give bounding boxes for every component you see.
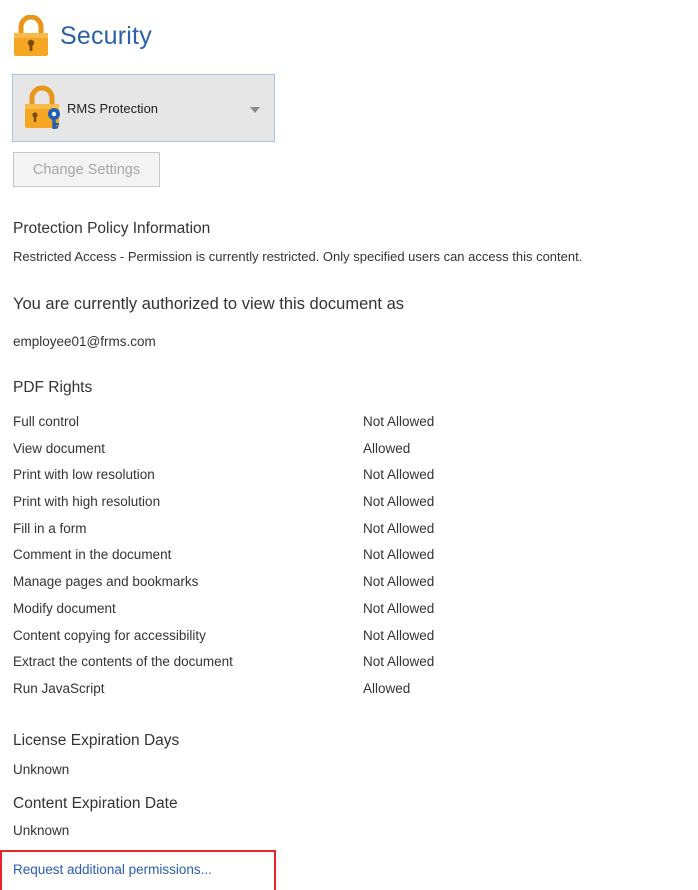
right-value: Allowed: [363, 680, 411, 696]
table-row: Extract the contents of the document Not…: [13, 654, 533, 681]
right-value: Not Allowed: [363, 520, 435, 536]
right-value: Not Allowed: [363, 600, 435, 616]
right-value: Not Allowed: [363, 574, 435, 590]
table-row: Comment in the document Not Allowed: [13, 547, 533, 574]
right-name: Fill in a form: [13, 520, 87, 536]
lock-icon: [14, 15, 48, 56]
pdf-rights-heading: PDF Rights: [13, 379, 93, 396]
right-value: Not Allowed: [363, 414, 435, 429]
right-name: Run JavaScript: [13, 680, 105, 696]
table-row: Fill in a form Not Allowed: [13, 521, 533, 548]
right-value: Allowed: [363, 440, 411, 456]
table-row: Print with low resolution Not Allowed: [13, 467, 533, 494]
right-name: View document: [13, 440, 106, 456]
change-settings-button[interactable]: Change Settings: [13, 152, 160, 187]
right-value: Not Allowed: [363, 627, 435, 643]
request-permissions-link[interactable]: Request additional permissions...: [13, 862, 212, 877]
security-panel: Security RMS Protection Change Settings …: [0, 0, 698, 890]
protection-dropdown[interactable]: RMS Protection: [12, 74, 275, 142]
license-expiration-value: Unknown: [13, 762, 70, 777]
right-name: Full control: [13, 414, 80, 429]
table-row: Full control Not Allowed: [13, 414, 533, 441]
protection-dropdown-label: RMS Protection: [67, 100, 159, 116]
content-expiration-value: Unknown: [13, 823, 70, 838]
right-name: Print with high resolution: [13, 494, 161, 510]
rms-lock-key-icon: [25, 85, 60, 129]
right-value: Not Allowed: [363, 494, 435, 510]
right-value: Not Allowed: [363, 547, 435, 563]
right-name: Extract the contents of the document: [13, 654, 233, 670]
table-row: Run JavaScript Allowed: [13, 681, 533, 708]
policy-description: Restricted Access - Permission is curren…: [13, 249, 583, 264]
authorization-heading: You are currently authorized to view thi…: [13, 295, 405, 313]
right-value: Not Allowed: [363, 654, 435, 670]
content-expiration-heading: Content Expiration Date: [13, 795, 178, 812]
page-title: Security: [60, 21, 152, 50]
table-row: Content copying for accessibility Not Al…: [13, 628, 533, 655]
license-expiration-heading: License Expiration Days: [13, 732, 180, 749]
policy-heading: Protection Policy Information: [13, 220, 211, 237]
chevron-down-icon: [250, 107, 260, 113]
right-value: Not Allowed: [363, 467, 435, 483]
table-row: Print with high resolution Not Allowed: [13, 494, 533, 521]
table-row: Manage pages and bookmarks Not Allowed: [13, 574, 533, 601]
right-name: Comment in the document: [13, 547, 172, 563]
right-name: Content copying for accessibility: [13, 627, 206, 643]
right-name: Modify document: [13, 600, 116, 616]
table-row: View document Allowed: [13, 441, 533, 468]
table-row: Modify document Not Allowed: [13, 601, 533, 628]
right-name: Print with low resolution: [13, 467, 155, 483]
pdf-rights-table: Full control Not Allowed View document A…: [13, 414, 533, 708]
right-name: Manage pages and bookmarks: [13, 574, 199, 590]
authorized-user-email: employee01@frms.com: [13, 334, 156, 349]
page-title-row: Security: [12, 14, 152, 58]
